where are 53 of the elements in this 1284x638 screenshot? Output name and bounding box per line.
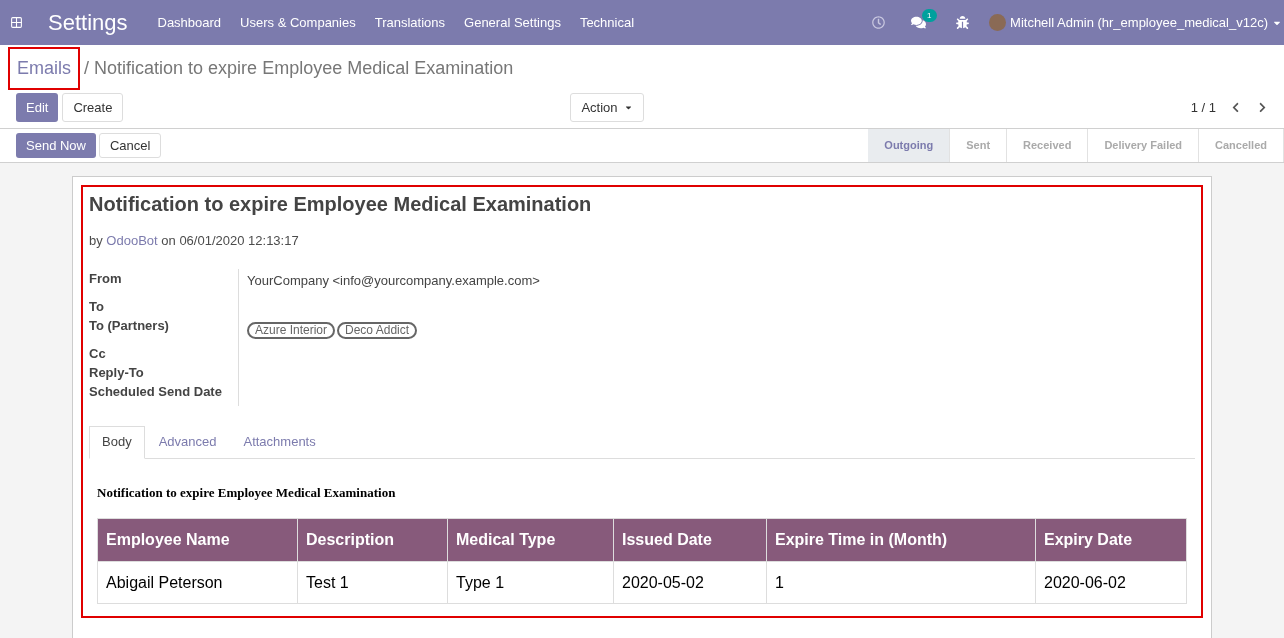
- author-line: by OdooBot on 06/01/2020 12:13:17: [89, 232, 300, 250]
- menu-item[interactable]: Translations: [366, 12, 454, 33]
- table-cell: 1: [766, 561, 1036, 604]
- previous-icon[interactable]: [1230, 102, 1241, 113]
- table-cell: 2020-05-02: [613, 561, 767, 604]
- field-label: To (Partners): [89, 316, 170, 335]
- field-label: To: [89, 297, 105, 316]
- field-label: From: [89, 269, 123, 288]
- table-cell: Type 1: [447, 561, 614, 604]
- partner-tag[interactable]: Deco Addict: [337, 321, 418, 339]
- caret-icon: [623, 103, 633, 112]
- breadcrumb-link[interactable]: Emails: [8, 46, 80, 90]
- apps-menu-icon[interactable]: [10, 16, 23, 29]
- field-label: Scheduled Send Date: [89, 382, 223, 401]
- column-header: Medical Type: [447, 518, 614, 562]
- create-button[interactable]: Create: [62, 93, 124, 122]
- column-header: Employee Name: [97, 518, 298, 562]
- user-menu[interactable]: Mitchell Admin (hr_employee_medical_v12c): [1010, 12, 1268, 33]
- app-title: Settings: [48, 9, 128, 37]
- cancel-button[interactable]: Cancel: [99, 133, 162, 158]
- field-label: Reply-To: [89, 363, 145, 382]
- body-heading: Notification to expire Employee Medical Examination: [97, 483, 397, 502]
- status-step[interactable]: Outgoing: [868, 129, 951, 162]
- column-header: Expire Time in (Month): [766, 518, 1036, 562]
- field-value: YourCompany <info@yourcompany.example.com>: [247, 272, 540, 288]
- mail-subject: Notification to expire Employee Medical Examination: [89, 192, 593, 217]
- breadcrumb-current: / Notification to expire Employee Medical Examination: [84, 56, 514, 80]
- form-tab[interactable]: Body: [89, 425, 145, 459]
- column-header: Issued Date: [613, 518, 767, 562]
- table-cell: Abigail Peterson: [97, 561, 298, 604]
- form-tab[interactable]: Attachments: [230, 425, 329, 459]
- field-label: Cc: [89, 344, 107, 363]
- pager-value: 1 / 1: [1190, 98, 1216, 117]
- menu-item[interactable]: Users & Companies: [232, 12, 364, 33]
- column-header: Description: [297, 518, 448, 562]
- form-tab[interactable]: Advanced: [145, 425, 230, 459]
- menu-item[interactable]: Technical: [571, 12, 643, 33]
- edit-button[interactable]: Edit: [16, 93, 59, 122]
- avatar: [989, 14, 1007, 31]
- next-icon[interactable]: [1257, 102, 1268, 113]
- send-now-button[interactable]: Send Now: [16, 133, 96, 158]
- partner-tag[interactable]: Azure Interior: [247, 321, 336, 339]
- message-count-badge: 1: [922, 9, 937, 22]
- action-button[interactable]: Action: [570, 93, 644, 122]
- table-cell: 2020-06-02: [1035, 561, 1187, 604]
- chat-icon[interactable]: [911, 15, 927, 30]
- column-header: Expiry Date: [1035, 518, 1187, 562]
- author-link[interactable]: OdooBot: [106, 233, 158, 248]
- menu-item[interactable]: General Settings: [456, 12, 569, 33]
- bug-icon[interactable]: [956, 16, 970, 29]
- table-cell: Test 1: [297, 561, 448, 604]
- clock-icon[interactable]: [872, 16, 886, 29]
- menu-item[interactable]: Dashboard: [149, 12, 230, 33]
